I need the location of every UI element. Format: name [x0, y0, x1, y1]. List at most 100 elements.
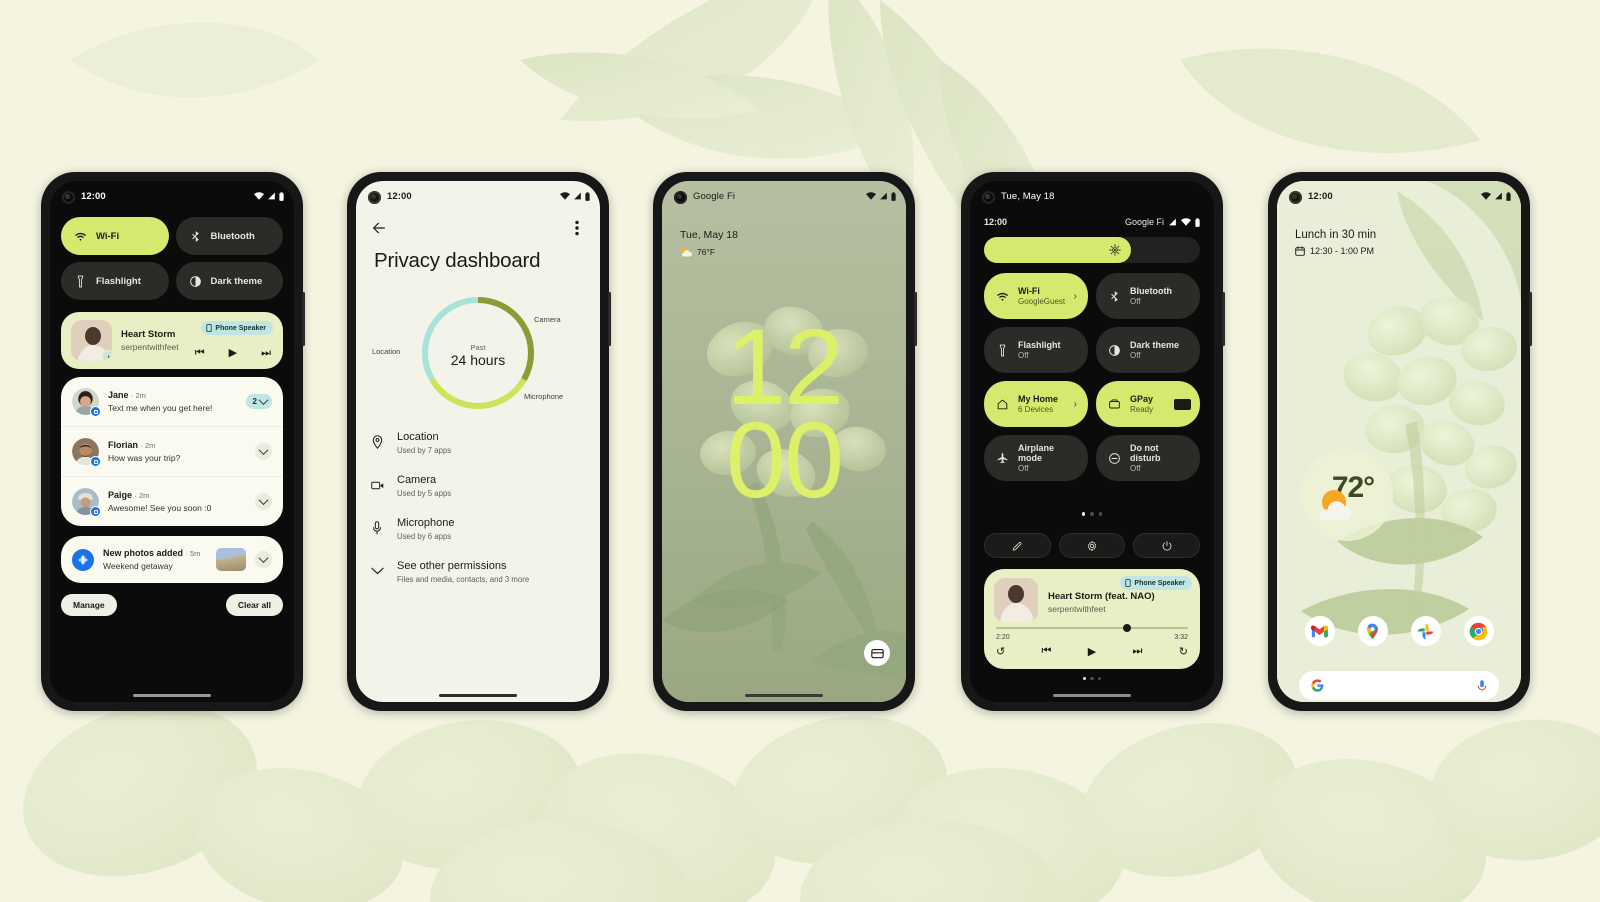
battery-icon — [585, 191, 590, 201]
front-camera-punchhole — [982, 191, 995, 204]
status-time: 12:00 — [81, 190, 106, 202]
weather-widget[interactable]: 72° — [1301, 449, 1393, 541]
photos-icon — [1417, 623, 1434, 639]
permission-title: Location — [397, 431, 439, 443]
power-button[interactable] — [1133, 533, 1201, 558]
notification-subtitle: Weekend getaway — [103, 561, 173, 571]
media-player-card[interactable]: Heart Storm (feat. NAO) serpentwithfeet … — [984, 569, 1200, 669]
notification-expand[interactable] — [255, 443, 272, 460]
page-dot-active[interactable] — [1082, 676, 1087, 680]
qs-tile-wifi[interactable]: Wi-Fi GoogleGuest › — [984, 273, 1088, 319]
media-output-chip[interactable]: Phone Speaker — [1120, 576, 1192, 590]
notification-expand[interactable] — [255, 493, 272, 510]
replay-10-icon[interactable]: ↺ — [996, 645, 1005, 658]
settings-gear-button[interactable] — [1058, 533, 1126, 558]
notification-time: · 2m — [140, 441, 156, 450]
media-title: Heart Storm — [121, 329, 176, 340]
manage-button[interactable]: Manage — [61, 594, 117, 616]
see-other-permissions-row[interactable]: See other permissions Files and media, c… — [370, 560, 586, 584]
home-indicator[interactable] — [745, 694, 823, 697]
media-player-card[interactable]: Heart Storm serpentwithfeet Phone Speake… — [61, 312, 283, 369]
qs-footer-actions — [984, 533, 1201, 558]
signal-icon — [574, 192, 581, 200]
next-icon[interactable]: ⏭ — [1133, 645, 1143, 658]
flashlight-icon — [77, 275, 84, 287]
front-camera-punchhole — [368, 191, 381, 204]
qs-tile-bluetooth[interactable]: Bluetooth Off — [1096, 273, 1200, 319]
app-icon-maps[interactable] — [1357, 616, 1388, 646]
notification-expand[interactable] — [255, 551, 272, 568]
home-icon — [997, 399, 1008, 409]
wallet-button[interactable] — [864, 640, 890, 666]
status-icons — [866, 191, 896, 201]
permission-row-camera[interactable]: Camera Used by 5 apps — [370, 474, 586, 498]
notification-row[interactable]: Paige · 2m Awesome! See you soon :0 — [61, 476, 283, 526]
page-dot[interactable] — [1098, 512, 1103, 516]
app-icon-photos[interactable] — [1410, 616, 1441, 646]
at-a-glance-time: 12:30 - 1:00 PM — [1310, 246, 1375, 256]
media-seek-bar[interactable] — [996, 624, 1188, 632]
permission-row-location[interactable]: Location Used by 7 apps — [370, 431, 586, 455]
quick-tile-flashlight[interactable]: Flashlight — [61, 262, 169, 300]
brightness-slider[interactable] — [984, 237, 1200, 263]
next-icon[interactable]: ⏭ — [261, 348, 271, 359]
play-icon[interactable]: ▶ — [229, 348, 237, 359]
qs-tile-flashlight[interactable]: Flashlight Off — [984, 327, 1088, 373]
phone-icon — [206, 324, 213, 332]
app-icon-gmail[interactable] — [1304, 616, 1335, 646]
qs-tile-airplane-mode[interactable]: Airplane mode Off — [984, 435, 1088, 481]
microphone-icon[interactable] — [1477, 679, 1487, 693]
qs-tile-dark-theme[interactable]: Dark theme Off — [1096, 327, 1200, 373]
home-indicator[interactable] — [439, 694, 517, 697]
payment-card-icon — [1174, 398, 1191, 410]
permission-list: Location Used by 7 apps Camera Used by 5… — [356, 431, 600, 603]
notification-photos[interactable]: New photos added · 5m Weekend getaway — [61, 536, 283, 583]
quick-tile-dark-theme[interactable]: Dark theme — [175, 262, 283, 300]
page-dot[interactable] — [1090, 512, 1094, 516]
quick-tile-wifi[interactable]: Wi-Fi — [61, 217, 169, 255]
forward-10-icon[interactable]: ↻ — [1179, 645, 1188, 658]
edit-pencil-button[interactable] — [984, 533, 1051, 558]
notification-thumbnail — [216, 548, 246, 571]
previous-icon[interactable]: ⏮ — [1042, 645, 1052, 658]
quick-tile-bluetooth[interactable]: Bluetooth — [175, 217, 283, 255]
notification-title: New photos added — [103, 548, 184, 558]
home-indicator[interactable] — [133, 694, 211, 697]
permission-row-microphone[interactable]: Microphone Used by 6 apps — [370, 517, 586, 541]
page-dot[interactable] — [1090, 676, 1094, 680]
phone-lock-screen: Google Fi Tue, May 18 76°F 12 00 — [653, 172, 917, 711]
previous-icon[interactable]: ⏮ — [195, 348, 205, 359]
phone3-status-bar: Google Fi — [662, 181, 906, 211]
media-output-chip[interactable]: Phone Speaker — [201, 321, 273, 335]
notification-expand-count[interactable]: 2 — [245, 394, 272, 409]
qs-tile-do-not-disturb[interactable]: Do not disturb Off — [1096, 435, 1200, 481]
phone4-screen: Tue, May 18 12:00 Google Fi Wi-Fi Google… — [970, 181, 1214, 702]
qs-tile-label: My Home — [1018, 393, 1059, 404]
seek-knob[interactable] — [1122, 624, 1131, 632]
chevron-down-icon — [258, 395, 269, 406]
chrome-icon — [1469, 622, 1488, 640]
media-artist: serpentwithfeet — [121, 342, 179, 352]
clear-all-button[interactable]: Clear all — [225, 594, 283, 616]
page-dot-active[interactable] — [1081, 512, 1086, 516]
maps-icon — [1367, 623, 1378, 639]
qs-tile-gpay[interactable]: GPay Ready — [1096, 381, 1200, 427]
page-dot[interactable] — [1097, 676, 1102, 680]
signal-icon — [1169, 218, 1176, 226]
google-search-bar[interactable] — [1299, 671, 1499, 700]
phone-notification-shade: 12:00 Wi-Fi Bluetooth Flashlight Dark th… — [41, 172, 305, 711]
privacy-topbar — [356, 211, 600, 245]
notification-row[interactable]: Jane · 2m Text me when you get here! 2 — [61, 377, 283, 426]
permission-title: Microphone — [397, 517, 455, 529]
notification-row[interactable]: Florian · 2m How was your trip? — [61, 426, 283, 476]
app-icon-chrome[interactable] — [1463, 616, 1494, 646]
chevron-right-icon[interactable]: › — [1074, 399, 1077, 410]
phone5-status-bar: 12:00 — [1277, 181, 1521, 211]
more-vert-icon[interactable] — [568, 219, 586, 237]
chevron-right-icon[interactable]: › — [1074, 291, 1077, 302]
at-a-glance-widget[interactable]: Lunch in 30 min 12:30 - 1:00 PM — [1295, 229, 1376, 256]
qs-tile-my-home[interactable]: My Home 6 Devices › — [984, 381, 1088, 427]
back-arrow-icon[interactable] — [370, 219, 388, 237]
play-icon[interactable]: ▶ — [1088, 645, 1096, 658]
home-indicator[interactable] — [1053, 694, 1131, 697]
